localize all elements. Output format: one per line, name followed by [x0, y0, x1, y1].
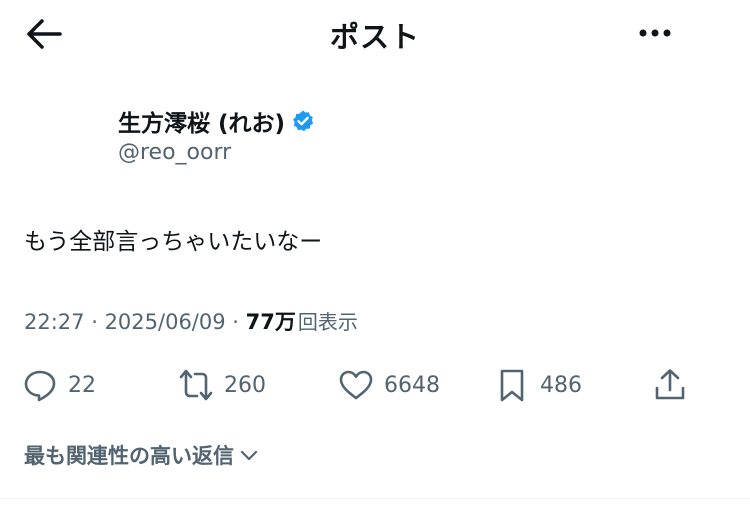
top-bar: ポスト [0, 0, 750, 68]
like-count: 6648 [384, 372, 440, 398]
post-time[interactable]: 22:27 [24, 310, 85, 334]
meta-separator: · [225, 310, 246, 334]
reply-button[interactable]: 22 [22, 360, 96, 410]
more-options-button[interactable] [630, 18, 680, 48]
repost-button[interactable]: 260 [178, 360, 266, 410]
post-date[interactable]: 2025/06/09 [105, 310, 226, 334]
meta-separator: · [84, 310, 105, 334]
post-text: もう全部言っちゃいたいなー [24, 229, 323, 255]
repost-icon [179, 369, 213, 401]
avatar[interactable] [22, 92, 104, 174]
verified-badge-icon [293, 110, 314, 132]
divider [0, 498, 750, 499]
reply-count: 22 [68, 372, 96, 398]
replies-sort-dropdown[interactable]: 最も関連性の高い返信 [24, 440, 260, 470]
bookmark-icon [500, 369, 524, 402]
action-bar: 22 260 6648 486 [0, 360, 750, 410]
bookmark-count: 486 [540, 372, 582, 398]
author-name-row: 生方澪桜 (れお) [118, 104, 315, 138]
like-button[interactable]: 6648 [338, 360, 440, 410]
repost-count: 260 [224, 372, 266, 398]
more-dots-icon [639, 29, 671, 37]
reply-icon [24, 370, 56, 402]
author-handle[interactable]: @reo_oorr [118, 140, 231, 165]
views-count[interactable]: 77万 [246, 306, 296, 336]
chevron-down-icon [240, 450, 258, 461]
bookmark-button[interactable]: 486 [494, 360, 582, 410]
post-meta: 22:27 · 2025/06/09 · 77万 回表示 [24, 306, 358, 336]
share-button[interactable] [652, 360, 688, 410]
like-icon [339, 370, 373, 400]
author-name[interactable]: 生方澪桜 (れお) [118, 104, 285, 138]
share-icon [655, 369, 685, 400]
replies-sort-label: 最も関連性の高い返信 [24, 444, 234, 468]
views-label: 回表示 [297, 310, 358, 334]
